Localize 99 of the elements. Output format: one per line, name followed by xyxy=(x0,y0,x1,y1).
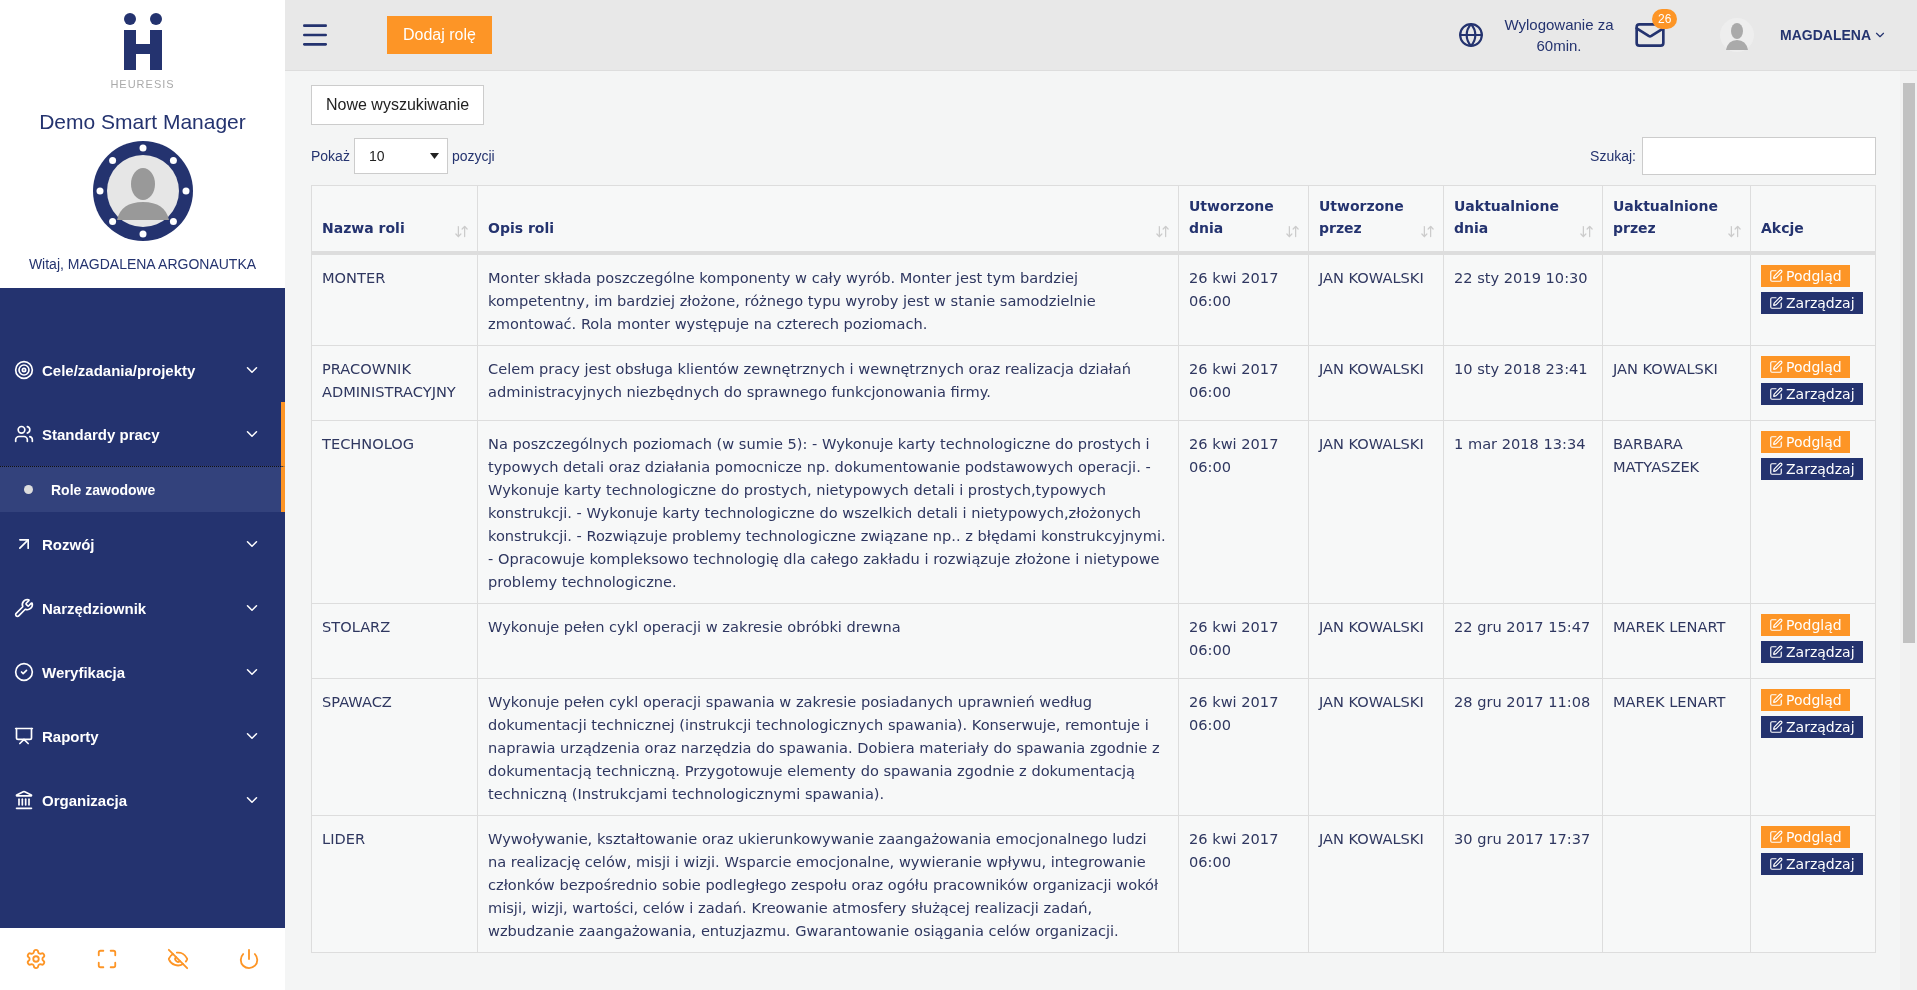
logout-notice: Wylogowanie za 60min. xyxy=(1504,15,1614,56)
sort-icon xyxy=(1420,224,1435,240)
table-cell: Na poszczególnych poziomach (w sumie 5): - Wykonuje karty technologiczne do prostych i typowych detali oraz działania pomocnicze np. dokumentowanie podstawowych operacji. - Wykonuje karty technologiczne do prostych, nietypowych detali i prostych,typowych konstrukcji. - Wykonuje karty technologiczne do wszelkich detali i nietypowych,złożonych konstrukcji. - Rozwiązuje problemy technologiczne związane np.. z błędami konstrukcyjnymi. - Opracowuje kompleksowo technologię dla całego zakładu i rozwiązuje złożone i nietypowe problemy technologiczne. xyxy=(477,420,1179,604)
edit-icon xyxy=(1769,360,1783,375)
table-cell: JAN KOWALSKI xyxy=(1308,678,1444,816)
edit-icon xyxy=(1769,462,1783,477)
user-menu[interactable]: MAGDALENA xyxy=(1774,26,1893,44)
nav-item[interactable]: Cele/zadania/projekty xyxy=(0,338,285,402)
table-cell: JAN KOWALSKI xyxy=(1308,603,1444,679)
table-cell: PRACOWNIK ADMINISTRACYJNY xyxy=(311,345,478,421)
table-cell: TECHNOLOG xyxy=(311,420,478,604)
edit-icon xyxy=(1769,387,1783,402)
manage-button[interactable]: Zarządzaj xyxy=(1761,853,1863,876)
column-header[interactable]: Uaktualnione przez xyxy=(1602,185,1751,254)
manage-button[interactable]: Zarządzaj xyxy=(1761,383,1863,406)
edit-icon xyxy=(1769,618,1783,633)
manage-button[interactable]: Zarządzaj xyxy=(1761,292,1863,315)
power-icon[interactable] xyxy=(238,948,261,970)
eye-off-icon[interactable] xyxy=(167,948,190,970)
sort-icon xyxy=(454,224,469,240)
edit-icon xyxy=(1769,720,1783,735)
nav-item[interactable]: Organizacja xyxy=(0,768,285,832)
column-header[interactable]: Opis roli xyxy=(477,185,1179,254)
edit-icon xyxy=(1769,830,1783,845)
table-cell: JAN KOWALSKI xyxy=(1602,345,1751,421)
edit-icon xyxy=(1769,693,1783,708)
table-cell: 26 kwi 2017 06:00 xyxy=(1178,253,1309,346)
search-field[interactable] xyxy=(1642,137,1876,175)
table-cell: Wykonuje pełen cykl operacji w zakresie obróbki drewna xyxy=(477,603,1179,679)
nav-icon xyxy=(14,598,34,618)
table-cell: Monter składa poszczególne komponenty w cały wyrób. Monter jest tym bardziej kompetentny, im bardziej złożone, różnego typu wyroby jest w stanie samodzielnie zmontować. Rola monter występuje na czterech poziomach. xyxy=(477,253,1179,346)
scrollbar[interactable] xyxy=(1900,71,1917,990)
edit-icon xyxy=(1769,435,1783,450)
nav-item[interactable]: Raporty xyxy=(0,704,285,768)
edit-icon xyxy=(1769,645,1783,660)
nav-item[interactable]: Weryfikacja xyxy=(0,640,285,704)
table-cell: MAREK LENART xyxy=(1602,678,1751,816)
table-cell: 26 kwi 2017 06:00 xyxy=(1178,678,1309,816)
table-cell: BARBARA MATYASZEK xyxy=(1602,420,1751,604)
nav-icon xyxy=(14,424,34,444)
edit-icon xyxy=(1769,269,1783,284)
table-cell: 10 sty 2018 23:41 xyxy=(1443,345,1603,421)
nav-subitem[interactable]: Role zawodowe xyxy=(0,466,285,512)
column-header[interactable]: Uaktualnione dnia xyxy=(1443,185,1603,254)
app-title: Demo Smart Manager xyxy=(39,110,246,134)
page-size-select[interactable]: 10 xyxy=(353,138,448,174)
table-cell: 26 kwi 2017 06:00 xyxy=(1178,420,1309,604)
table-cell: LIDER xyxy=(311,815,478,953)
table-cell: 1 mar 2018 13:34 xyxy=(1443,420,1603,604)
bullet-icon xyxy=(24,485,33,494)
column-header[interactable]: Nazwa roli xyxy=(311,185,478,254)
sort-icon xyxy=(1155,224,1170,240)
table-cell: 22 sty 2019 10:30 xyxy=(1443,253,1603,346)
table-cell: 26 kwi 2017 06:00 xyxy=(1178,815,1309,953)
user-avatar xyxy=(1720,18,1754,52)
table-cell: JAN KOWALSKI xyxy=(1308,253,1444,346)
manage-button[interactable]: Zarządzaj xyxy=(1761,641,1863,664)
table-cell: MONTER xyxy=(311,253,478,346)
table-cell: 30 gru 2017 17:37 xyxy=(1443,815,1603,953)
settings-icon[interactable] xyxy=(24,948,47,970)
nav-item[interactable]: Rozwój xyxy=(0,512,285,576)
table-cell: JAN KOWALSKI xyxy=(1308,815,1444,953)
column-header[interactable]: Utworzone dnia xyxy=(1178,185,1309,254)
nav-icon xyxy=(14,726,34,746)
edit-icon xyxy=(1769,296,1783,311)
greeting-text: Witaj, MAGDALENA ARGONAUTKA xyxy=(28,256,257,272)
table-cell: 26 kwi 2017 06:00 xyxy=(1178,345,1309,421)
search-label: Szukaj: xyxy=(1590,148,1636,164)
table-cell: STOLARZ xyxy=(311,603,478,679)
table-cell: Celem pracy jest obsługa klientów zewnętrznych i wewnętrznych oraz realizacja działań administracyjnych niezbędnych do sprawnego funkcjonowania firmy. xyxy=(477,345,1179,421)
table-cell: SPAWACZ xyxy=(311,678,478,816)
nav-item[interactable]: Narzędziownik xyxy=(0,576,285,640)
manage-button[interactable]: Zarządzaj xyxy=(1761,458,1863,481)
sort-icon xyxy=(1285,224,1300,240)
table-cell: MAREK LENART xyxy=(1602,603,1751,679)
table-cell: JAN KOWALSKI xyxy=(1308,345,1444,421)
column-header: Akcje xyxy=(1750,185,1876,254)
nav-icon xyxy=(14,360,34,380)
caret-icon xyxy=(429,153,439,159)
fullscreen-icon[interactable] xyxy=(95,948,118,970)
table-cell: 26 kwi 2017 06:00 xyxy=(1178,603,1309,679)
globe-icon[interactable] xyxy=(1458,22,1484,48)
table-cell: Wywoływanie, kształtowanie oraz ukierunkowywanie zaangażowania emocjonalnego ludzi na realizację celów, misji i wizji. Wsparcie emocjonalne, wywieranie wpływu, integrowanie członków bezpośrednio sobie podległego zespołu oraz ogółu pracowników organizacji wokół misji, wizji, wartości, celów i zadań. Kreowanie atmosfery służącej realizacji zadań, wzbudzanie zaangażowania, entuzjazmu. Gwarantowanie osiągania celów organizacji. xyxy=(477,815,1179,953)
table-cell: 28 gru 2017 11:08 xyxy=(1443,678,1603,816)
column-header[interactable]: Utworzone przez xyxy=(1308,185,1444,254)
show-label: Pokaż xyxy=(311,148,350,164)
sort-icon xyxy=(1727,224,1742,240)
new-search-button[interactable]: Nowe wyszukiwanie xyxy=(311,85,485,125)
nav-icon xyxy=(14,790,34,810)
entries-label: pozycji xyxy=(451,148,495,164)
logo-text: HEURESIS xyxy=(110,78,175,90)
table-cell: 22 gru 2017 15:47 xyxy=(1443,603,1603,679)
nav-icon xyxy=(14,662,34,682)
table-cell: Wykonuje pełen cykl operacji spawania w zakresie posiadanych uprawnień według dokumentacji technicznej (instrukcji technologicznych spawania). Konserwuje, remontuje i naprawia urządzenia oraz narzędzia do spawania. Dobiera materiały do spawania zgodnie z dokumentacją techniczną. Przygotowuje elementy do spawania zgodnie z dokumentacją techniczną (Instrukcjami technologicznymi spawania). xyxy=(477,678,1179,816)
edit-icon xyxy=(1769,857,1783,872)
message-count: 26 xyxy=(1652,9,1678,29)
manage-button[interactable]: Zarządzaj xyxy=(1761,716,1863,739)
table-cell: JAN KOWALSKI xyxy=(1308,420,1444,604)
sort-icon xyxy=(1579,224,1594,240)
